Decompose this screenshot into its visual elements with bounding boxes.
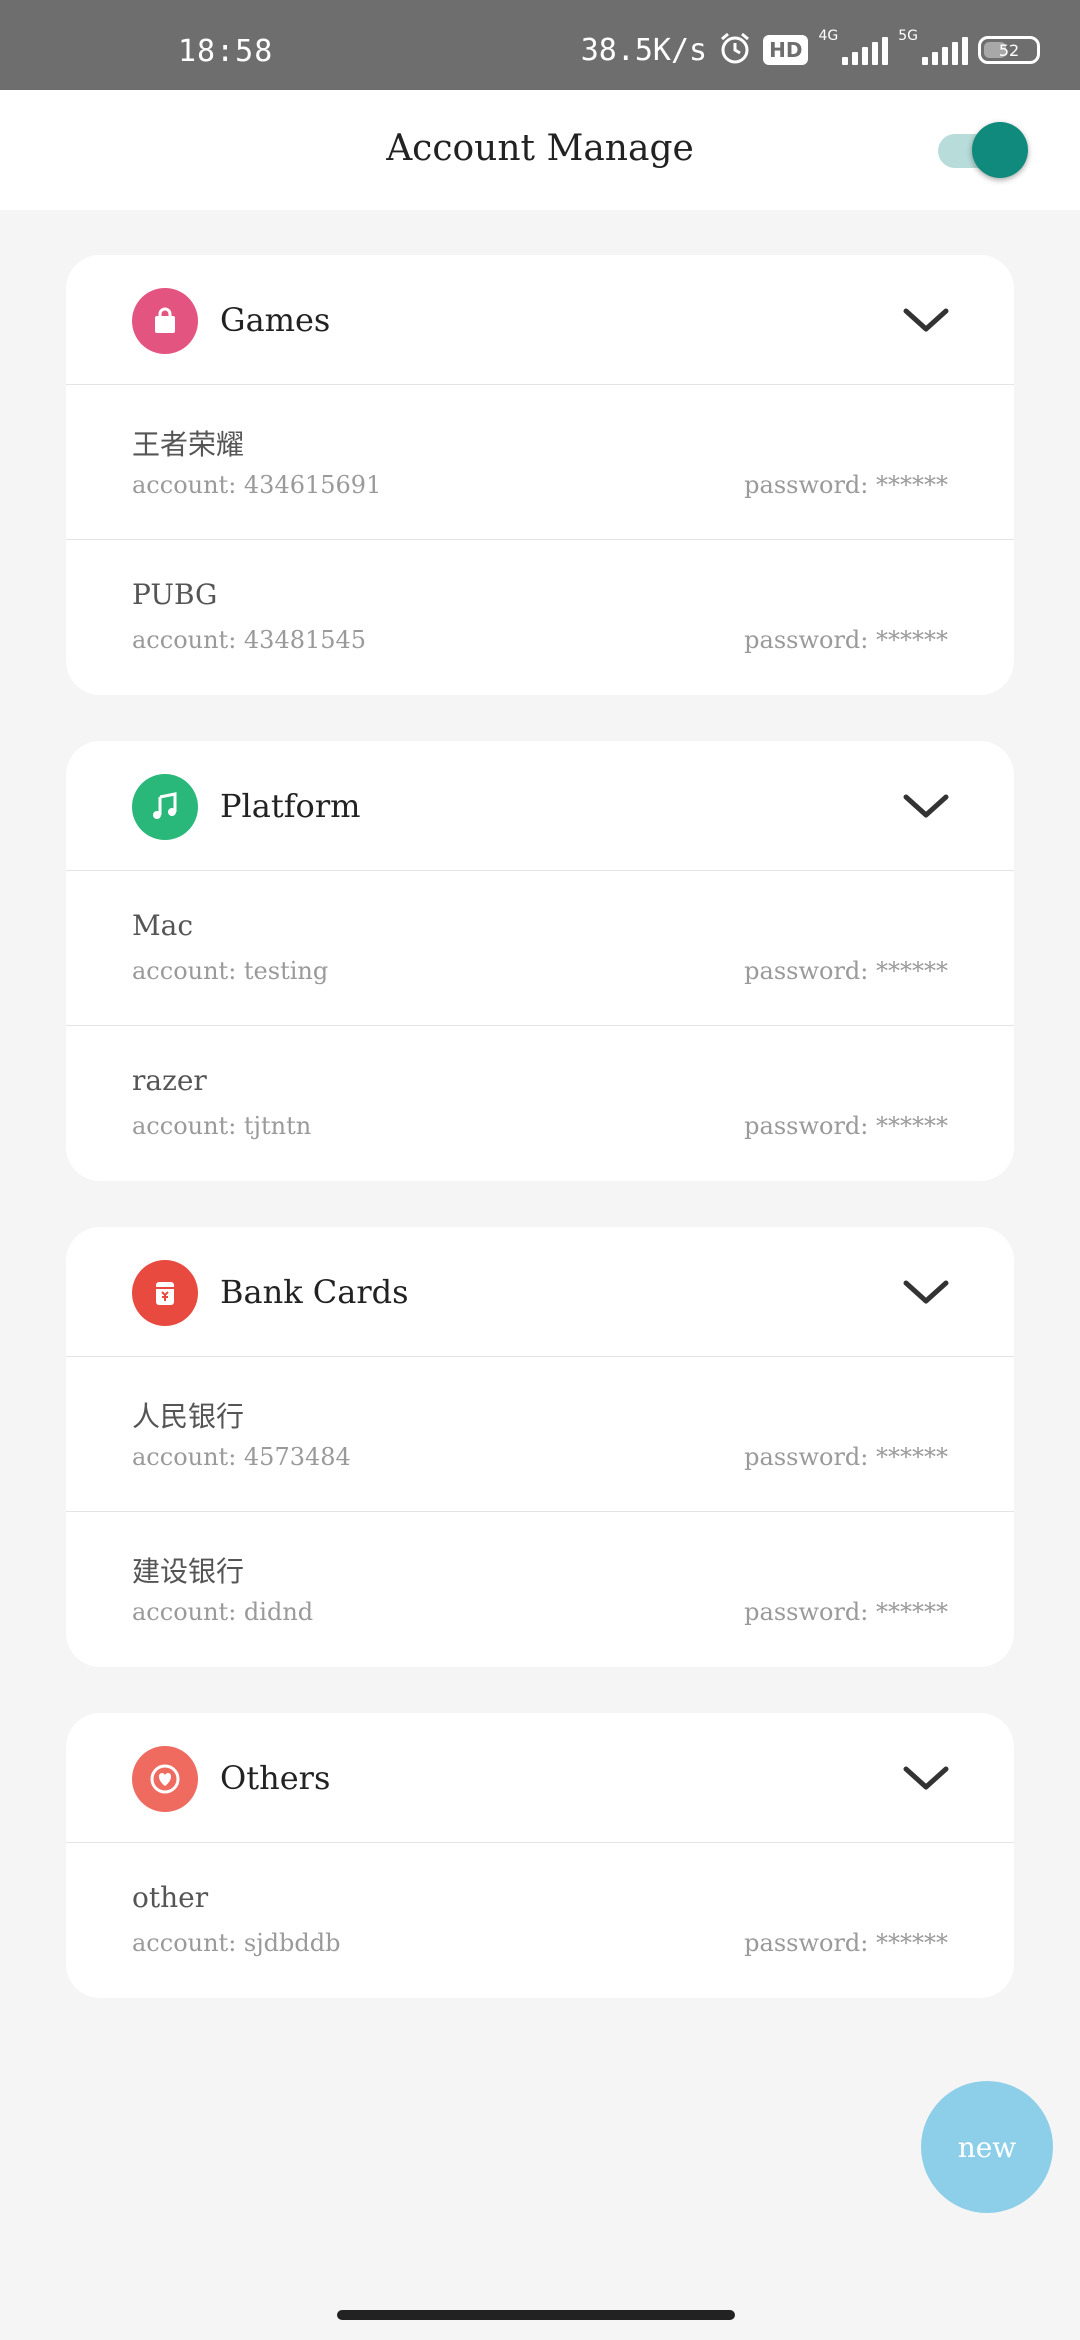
category-title: Platform	[220, 787, 361, 825]
account-item[interactable]: 王者荣耀 account: 434615691 password: ******	[66, 385, 1014, 540]
account-name: 建设银行	[132, 1555, 245, 1588]
chevron-down-icon[interactable]	[900, 783, 952, 827]
category-card-games: Games 王者荣耀 account: 434615691 password: …	[66, 255, 1014, 695]
alarm-icon	[717, 30, 753, 70]
account-name: razer	[132, 1064, 207, 1097]
account-value: account: tjtntn	[132, 1112, 312, 1140]
category-title: Bank Cards	[220, 1273, 409, 1311]
battery-icon: 52	[978, 36, 1040, 64]
heart-icon	[132, 1746, 198, 1812]
status-icons: 38.5K/s HD 4G 5G 52	[580, 28, 1040, 70]
bank-card-icon	[132, 1260, 198, 1326]
network-5g-label: 5G	[898, 28, 918, 44]
hd-badge: HD	[763, 35, 809, 65]
account-value: account: 4573484	[132, 1443, 351, 1471]
account-name: 王者荣耀	[132, 428, 245, 461]
account-value: account: 434615691	[132, 471, 382, 499]
chevron-down-icon[interactable]	[900, 1269, 952, 1313]
chevron-down-icon[interactable]	[900, 1755, 952, 1799]
account-item[interactable]: Mac account: testing password: ******	[66, 871, 1014, 1026]
password-value: password: ******	[744, 1598, 948, 1626]
signal-4g-icon	[842, 35, 889, 65]
account-value: account: sjdbddb	[132, 1929, 341, 1957]
password-value: password: ******	[744, 1929, 948, 1957]
music-note-icon	[132, 774, 198, 840]
battery-level: 52	[998, 40, 1020, 60]
password-value: password: ******	[744, 471, 948, 499]
network-speed: 38.5K/s	[580, 32, 708, 68]
password-value: password: ******	[744, 1443, 948, 1471]
category-header[interactable]: Others	[66, 1713, 1014, 1843]
account-name: PUBG	[132, 578, 218, 611]
account-name: Mac	[132, 909, 194, 942]
category-header[interactable]: Platform	[66, 741, 1014, 871]
password-value: password: ******	[744, 1112, 948, 1140]
category-card-bank-cards: Bank Cards 人民银行 account: 4573484 passwor…	[66, 1227, 1014, 1667]
account-item[interactable]: other account: sjdbddb password: ******	[66, 1843, 1014, 1998]
account-value: account: didnd	[132, 1598, 314, 1626]
account-item[interactable]: PUBG account: 43481545 password: ******	[66, 540, 1014, 695]
chevron-down-icon[interactable]	[900, 297, 952, 341]
account-item[interactable]: 建设银行 account: didnd password: ******	[66, 1512, 1014, 1667]
category-card-others: Others other account: sjdbddb password: …	[66, 1713, 1014, 1998]
network-4g-label: 4G	[818, 28, 839, 44]
status-time: 18:58	[178, 34, 274, 69]
account-value: account: 43481545	[132, 626, 367, 654]
signal-5g-icon	[922, 35, 968, 65]
toggle-knob	[972, 122, 1028, 178]
password-value: password: ******	[744, 957, 948, 985]
header-toggle-switch[interactable]	[938, 122, 1028, 178]
home-indicator[interactable]	[337, 2310, 735, 2320]
account-item[interactable]: razer account: tjtntn password: ******	[66, 1026, 1014, 1181]
category-header[interactable]: Games	[66, 255, 1014, 385]
status-bar: 18:58 38.5K/s HD 4G 5G 52	[0, 0, 1080, 90]
app-header: Account Manage	[0, 90, 1080, 210]
category-header[interactable]: Bank Cards	[66, 1227, 1014, 1357]
account-item[interactable]: 人民银行 account: 4573484 password: ******	[66, 1357, 1014, 1512]
category-card-platform: Platform Mac account: testing password: …	[66, 741, 1014, 1181]
account-value: account: testing	[132, 957, 329, 985]
account-name: other	[132, 1881, 209, 1914]
password-value: password: ******	[744, 626, 948, 654]
new-account-button[interactable]: new	[921, 2081, 1053, 2213]
page-title: Account Manage	[386, 128, 694, 169]
category-title: Games	[220, 301, 331, 339]
shopping-bag-icon	[132, 288, 198, 354]
category-title: Others	[220, 1759, 331, 1797]
account-name: 人民银行	[132, 1400, 245, 1433]
